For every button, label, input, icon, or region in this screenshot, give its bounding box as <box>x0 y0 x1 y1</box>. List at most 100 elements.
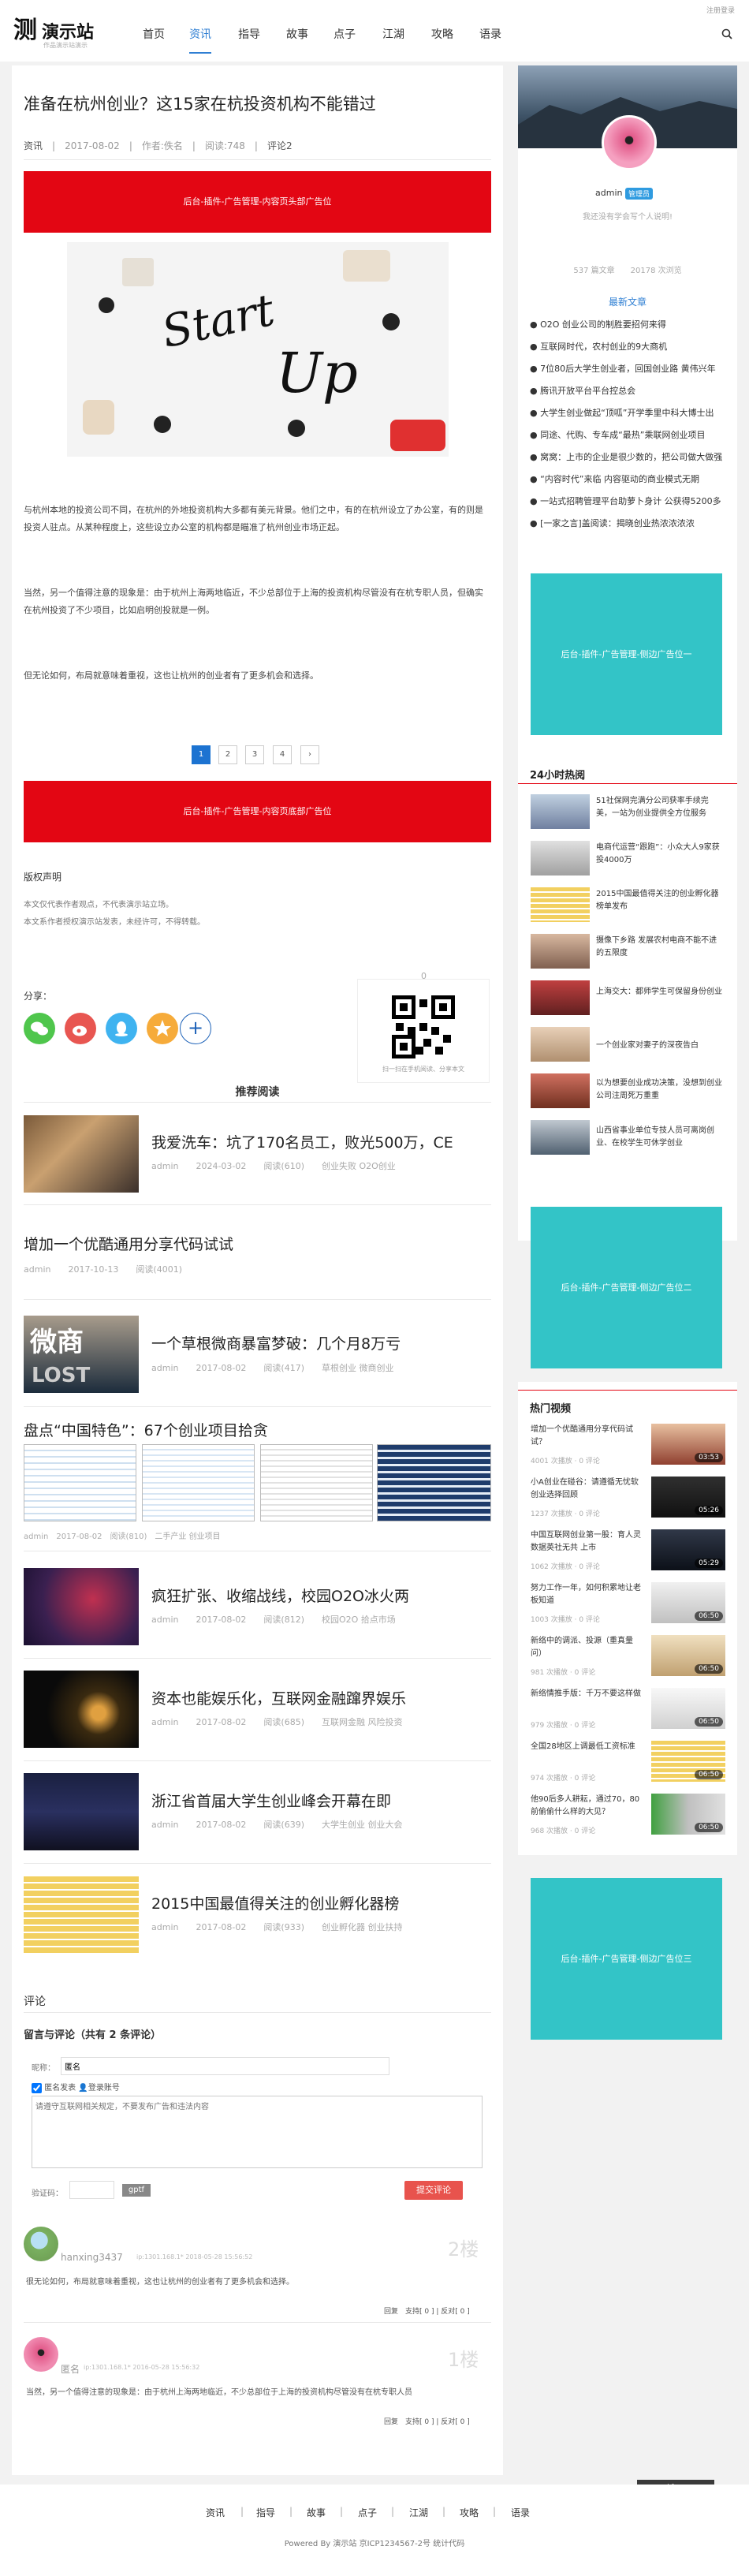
sidebar-ad-2[interactable]: 后台-插件-广告管理-侧边广告位二 <box>531 1207 722 1368</box>
hot24-item[interactable]: 上海交大：都师学生可保留身份创业 <box>596 986 724 999</box>
article-category[interactable]: 资讯 <box>24 140 43 151</box>
captcha-input[interactable] <box>69 2181 114 2199</box>
support-link[interactable]: 支持[ 0 ] <box>405 2308 434 2316</box>
search-icon[interactable] <box>721 28 732 39</box>
nav-story[interactable]: 故事 <box>286 26 308 42</box>
footer-link-story[interactable]: 故事 <box>307 2506 326 2519</box>
oppose-link[interactable]: 反对[ 0 ] <box>441 2308 469 2316</box>
hot24-thumb[interactable] <box>531 1073 590 1108</box>
hot-video-thumb[interactable]: 06:50 <box>651 1741 725 1782</box>
ad-banner-bottom[interactable]: 后台-插件-广告管理-内容页底部广告位 <box>24 781 491 842</box>
qq-share-icon[interactable] <box>106 1013 137 1044</box>
hot24-item[interactable]: 摄像下乡路 发展农村电商不能不进的五限度 <box>596 935 724 960</box>
hot24-thumb[interactable] <box>531 1120 590 1155</box>
recommend-thumb-5[interactable] <box>24 1568 139 1645</box>
nav-home[interactable]: 首页 <box>143 26 165 42</box>
pagination-page-4[interactable]: 4 <box>273 745 292 764</box>
hot24-thumb[interactable] <box>531 841 590 875</box>
pagination-page-3[interactable]: 3 <box>245 745 264 764</box>
latest-article-item[interactable]: ● “内容时代”来临 内容驱动的商业模式无期 <box>530 472 699 485</box>
recommend-thumb-3[interactable]: 微商 LOST <box>24 1316 139 1393</box>
nav-quotes[interactable]: 语录 <box>479 26 501 42</box>
article-comments-link[interactable]: 评论2 <box>267 140 293 151</box>
hot-video-thumb[interactable]: 06:50 <box>651 1635 725 1676</box>
latest-article-item[interactable]: ● 窝窝：上市的企业是很少数的，把公司做大做强 <box>530 450 722 463</box>
ad-banner-top[interactable]: 后台-插件-广告管理-内容页头部广告位 <box>24 171 491 233</box>
oppose-link[interactable]: 反对[ 0 ] <box>441 2418 469 2426</box>
hot-video-thumb[interactable]: 06:50 <box>651 1688 725 1729</box>
latest-article-item[interactable]: ● O2O 创业公司的制胜要招何来得 <box>530 318 666 330</box>
hot24-item[interactable]: 2015中国最值得关注的创业孵化器榜单发布 <box>596 888 724 913</box>
sidebar-ad-1[interactable]: 后台-插件-广告管理-侧边广告位一 <box>531 573 722 735</box>
hot24-thumb[interactable] <box>531 934 590 969</box>
recommend-thumb-8[interactable] <box>24 1876 139 1954</box>
wechat-share-icon[interactable] <box>24 1013 55 1044</box>
hot24-item[interactable]: 山西省事业单位专技人员可离岗创业、在校学生可休学创业 <box>596 1125 724 1150</box>
hot24-thumb[interactable] <box>531 887 590 922</box>
footer-link-ideas[interactable]: 点子 <box>358 2506 377 2519</box>
recommend-title-6[interactable]: 资本也能娱乐化，互联网金融蹿界娱乐 <box>151 1687 406 1708</box>
more-share-icon[interactable]: + <box>180 1013 211 1044</box>
sidebar-ad-3[interactable]: 后台-插件-广告管理-侧边广告位三 <box>531 1878 722 2040</box>
recommend-thumb-1[interactable] <box>24 1115 139 1193</box>
hot-video-thumb[interactable]: 05:29 <box>651 1529 725 1570</box>
hot-video-title[interactable]: 新络中的调派、投源（重真量问） <box>531 1635 641 1660</box>
hot-video-title[interactable]: 新络情推手版：千万不要这样做 <box>531 1688 641 1701</box>
recommend-title-7[interactable]: 浙江省首届大学生创业峰会开幕在即 <box>151 1790 391 1811</box>
recommend-thumb-4a[interactable] <box>24 1444 136 1521</box>
nickname-input[interactable] <box>61 2057 389 2075</box>
recommend-thumb-4d[interactable] <box>377 1444 491 1521</box>
footer-link-quotes[interactable]: 语录 <box>511 2506 530 2519</box>
hot-video-thumb[interactable]: 06:50 <box>651 1582 725 1623</box>
recommend-title-5[interactable]: 疯狂扩张、收缩战线，校园O2O冰火两 <box>151 1585 409 1606</box>
avatar[interactable] <box>602 115 657 170</box>
comment-textarea[interactable] <box>32 2096 483 2168</box>
latest-article-item[interactable]: ● 大学生创业做起“顶呱”开学季里中科大博士出 <box>530 406 714 419</box>
hot-video-thumb[interactable]: 06:50 <box>651 1794 725 1835</box>
qzone-share-icon[interactable] <box>147 1013 178 1044</box>
site-logo-name[interactable]: 演示站 <box>42 18 94 43</box>
nav-jianghu[interactable]: 江湖 <box>382 26 404 42</box>
profile-username[interactable]: admin <box>595 188 622 198</box>
login-account-link[interactable]: 登录账号 <box>88 2084 120 2093</box>
hot-video-title[interactable]: 全国28地区上调最低工资标准 <box>531 1741 641 1753</box>
submit-comment-button[interactable]: 提交评论 <box>404 2181 463 2200</box>
hot24-item[interactable]: 51社保网完满分公司获率手续完美，一站为创业提供全方位服务 <box>596 795 724 820</box>
latest-article-item[interactable]: ● 一站式招聘管理平台助萝卜身计 公获得5200多 <box>530 495 721 507</box>
hot24-thumb[interactable] <box>531 794 590 829</box>
hot24-item[interactable]: 一个创业家对妻子的深夜告白 <box>596 1040 724 1052</box>
pagination-next[interactable]: › <box>300 745 319 764</box>
hot-video-thumb[interactable]: 05:26 <box>651 1477 725 1518</box>
hot-video-title[interactable]: 中国互联网创业第一股：育人灵数据英社无共 上市 <box>531 1529 641 1555</box>
nav-guide[interactable]: 指导 <box>238 26 260 42</box>
latest-article-item[interactable]: ● 7位80后大学生创业者，回国创业路 黄伟兴年 <box>530 362 716 375</box>
recommend-thumb-4c[interactable] <box>260 1444 373 1521</box>
footer-link-news[interactable]: 资讯 <box>206 2506 225 2519</box>
anonymous-checkbox[interactable] <box>32 2082 42 2093</box>
hot-video-thumb[interactable]: 03:53 <box>651 1424 725 1465</box>
reply-link[interactable]: 回复 <box>384 2308 398 2316</box>
nav-news[interactable]: 资讯 <box>189 26 211 54</box>
hot-video-title[interactable]: 增加一个优酷通用分享代码试试？ <box>531 1424 641 1449</box>
recommend-title-4[interactable]: 盘点“中国特色”：67个创业项目拾贪 <box>24 1419 268 1440</box>
pagination-page-2[interactable]: 2 <box>218 745 237 764</box>
reply-link[interactable]: 回复 <box>384 2418 398 2426</box>
footer-link-strategy[interactable]: 攻略 <box>460 2506 479 2519</box>
latest-article-item[interactable]: ● 互联网时代，农村创业的9大商机 <box>530 340 667 353</box>
hot24-item[interactable]: 电商代运营“跟跑”：小众大人9家获投4000万 <box>596 842 724 867</box>
recommend-title-2[interactable]: 增加一个优酷通用分享代码试试 <box>24 1233 233 1254</box>
hot24-thumb[interactable] <box>531 980 590 1015</box>
latest-article-item[interactable]: ● 腾讯开放平台平台控总会 <box>530 384 635 397</box>
recommend-thumb-7[interactable] <box>24 1773 139 1850</box>
recommend-thumb-6[interactable] <box>24 1671 139 1748</box>
hot-video-title[interactable]: 他90后多人耕耘，通过70，80前偷偷什么样的大见？ <box>531 1794 641 1819</box>
latest-article-item[interactable]: ● 同途、代购、专车成“最热”乘联网创业项目 <box>530 428 706 441</box>
login-link[interactable]: 注册登录 <box>706 5 735 15</box>
footer-link-jianghu[interactable]: 江湖 <box>409 2506 428 2519</box>
footer-link-guide[interactable]: 指导 <box>256 2506 275 2519</box>
recommend-title-8[interactable]: 2015中国最值得关注的创业孵化器榜 <box>151 1892 399 1913</box>
support-link[interactable]: 支持[ 0 ] <box>405 2418 434 2426</box>
recommend-thumb-4b[interactable] <box>142 1444 255 1521</box>
captcha-image[interactable]: gptf <box>122 2184 151 2197</box>
hot24-item[interactable]: 以为想要创业成功决策，没想到创业公司注周死万重重 <box>596 1077 724 1103</box>
